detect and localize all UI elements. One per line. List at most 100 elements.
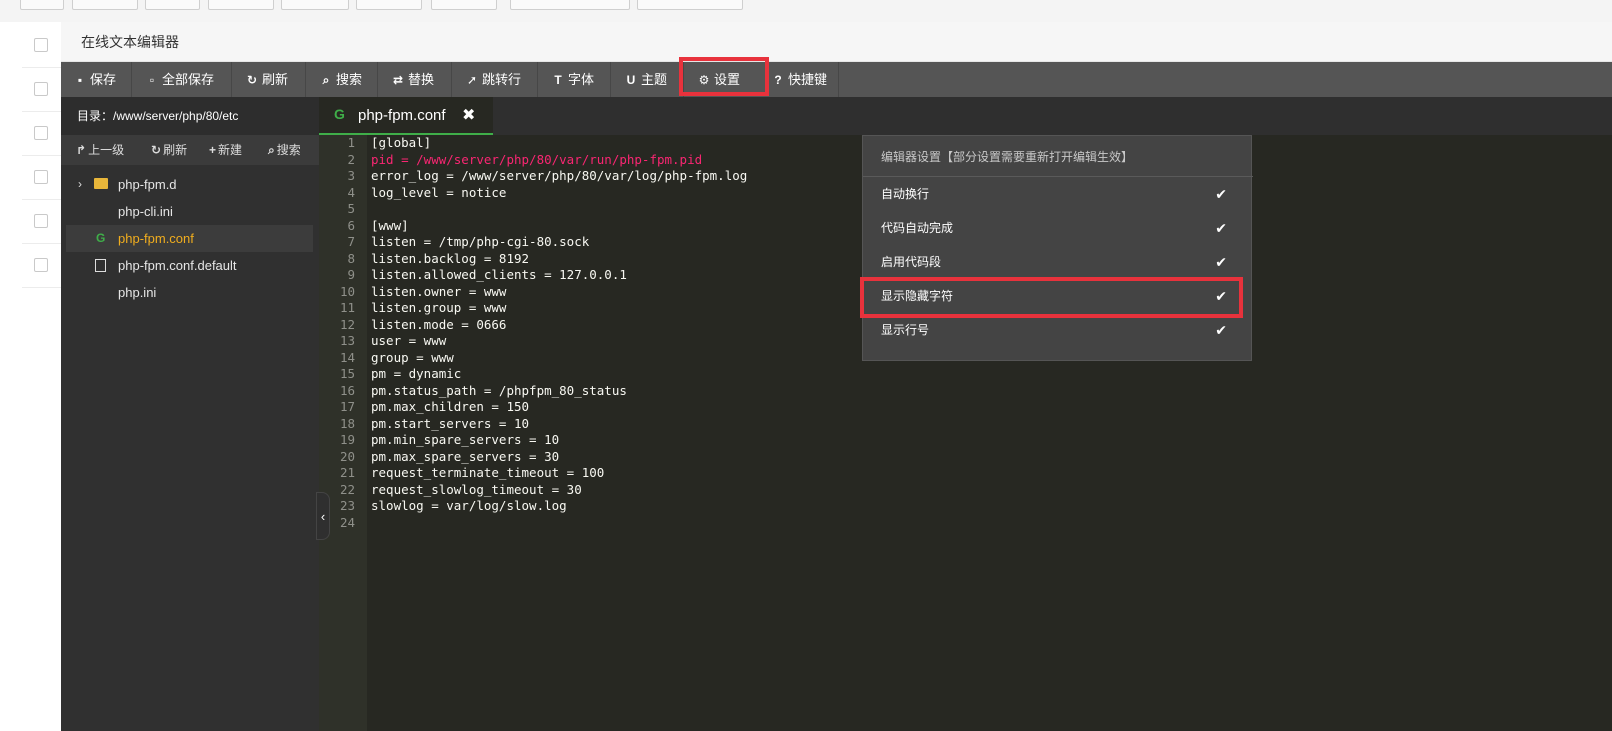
help-icon: ?	[774, 73, 782, 87]
tree-file-php-cli-ini[interactable]: php-cli.ini	[66, 198, 313, 225]
tree-item-label: php-fpm.conf.default	[118, 258, 237, 273]
replace-button[interactable]: ⇄ 替换	[379, 62, 452, 97]
code-line[interactable]: listen.backlog = 8192	[371, 251, 529, 268]
chevron-right-icon[interactable]: ›	[78, 171, 82, 198]
checkmark-icon: ✔	[1215, 186, 1227, 202]
file-sidebar: 目录：/www/server/php/80/etc ↱ 上一级 ↻ 刷新 + 新建 ⌕…	[61, 97, 319, 731]
search-label: 搜索	[336, 72, 363, 87]
refresh-icon: ↻	[151, 143, 162, 157]
code-line[interactable]: pm.max_children = 150	[371, 399, 529, 416]
document-icon	[95, 259, 106, 272]
replace-label: 替换	[408, 72, 435, 87]
save-icon: ▪	[77, 73, 83, 87]
save-all-button[interactable]: ▫ 全部保存	[133, 62, 232, 97]
refresh-icon: ↻	[246, 73, 258, 87]
editor-tab-bar: G php-fpm.conf ✖	[319, 97, 1612, 135]
code-line[interactable]: slowlog = var/log/slow.log	[371, 498, 567, 515]
line-number: 20	[339, 448, 355, 464]
close-icon[interactable]: ✖	[462, 97, 475, 135]
option-word-wrap[interactable]: 自动换行 ✔	[863, 177, 1253, 211]
new-file-button[interactable]: + 新建	[209, 135, 242, 165]
tree-folder-php-fpm-d[interactable]: › php-fpm.d	[66, 171, 313, 198]
search-icon: ⌕	[322, 73, 330, 87]
sidebar-actions: ↱ 上一级 ↻ 刷新 + 新建 ⌕ 搜索	[61, 135, 319, 165]
line-number: 7	[347, 234, 355, 249]
background-toolbar	[0, 0, 1612, 22]
row-checkbox[interactable]	[34, 214, 48, 228]
shortcuts-button[interactable]: ? 快捷键	[759, 62, 839, 97]
folder-icon	[94, 178, 108, 189]
line-number: 17	[339, 399, 355, 414]
tree-file-php-ini[interactable]: php.ini	[66, 279, 313, 306]
sidebar-refresh-button[interactable]: ↻ 刷新	[151, 135, 187, 165]
tree-file-php-fpm-conf-default[interactable]: php-fpm.conf.default	[66, 252, 313, 279]
code-line[interactable]: pm.start_servers = 10	[371, 416, 529, 433]
code-line[interactable]: listen = /tmp/php-cgi-80.sock	[371, 234, 589, 251]
plus-icon: +	[209, 143, 217, 157]
tree-file-php-fpm-conf[interactable]: G php-fpm.conf	[66, 225, 313, 252]
line-number: 6	[347, 217, 355, 233]
row-checkbox[interactable]	[34, 170, 48, 184]
line-number: 15	[339, 366, 355, 381]
code-line[interactable]: listen.owner = www	[371, 284, 506, 301]
code-line[interactable]: [global]	[371, 135, 431, 152]
tree-item-label: php.ini	[118, 285, 157, 300]
line-number: 4	[347, 184, 355, 200]
code-line[interactable]: log_level = notice	[371, 185, 506, 202]
option-snippets[interactable]: 启用代码段 ✔	[863, 245, 1253, 279]
sidebar-collapse-handle[interactable]: ‹	[316, 492, 330, 540]
background-button	[510, 0, 630, 10]
background-button	[637, 0, 743, 10]
row-checkbox[interactable]	[34, 258, 48, 272]
refresh-button[interactable]: ↻ 刷新	[233, 62, 306, 97]
background-button	[20, 0, 64, 10]
line-number: 16	[339, 382, 355, 398]
settings-panel-title: 编辑器设置【部分设置需要重新打开编辑生效】	[881, 150, 1134, 164]
tab-label: php-fpm.conf	[358, 107, 446, 124]
option-autocomplete[interactable]: 代码自动完成 ✔	[863, 211, 1253, 245]
code-line[interactable]: error_log = /www/server/php/80/var/log/p…	[371, 168, 747, 185]
sidebar-refresh-label: 刷新	[163, 143, 188, 157]
jump-line-button[interactable]: ➚ 跳转行	[453, 62, 538, 97]
line-number: 18	[339, 415, 355, 431]
code-line[interactable]: pm.status_path = /phpfpm_80_status	[371, 383, 627, 400]
background-button	[145, 0, 200, 10]
jump-icon: ➚	[466, 73, 478, 87]
go-up-button[interactable]: ↱ 上一级	[76, 135, 124, 165]
code-line[interactable]: user = www	[371, 333, 446, 350]
code-line[interactable]: pm = dynamic	[371, 366, 461, 383]
background-button	[431, 0, 497, 10]
checkmark-icon: ✔	[1215, 220, 1227, 236]
theme-label: 主题	[641, 72, 668, 87]
sidebar-search-button[interactable]: ⌕ 搜索	[268, 135, 301, 165]
code-line[interactable]: group = www	[371, 350, 454, 367]
line-number: 11	[339, 300, 355, 315]
theme-button[interactable]: U 主题	[612, 62, 684, 97]
line-number: 1	[347, 135, 355, 150]
code-line[interactable]: pid = /www/server/php/80/var/run/php-fpm…	[371, 152, 702, 169]
tree-item-label: php-cli.ini	[118, 204, 173, 219]
option-label: 显示行号	[881, 323, 930, 337]
code-line[interactable]: [www]	[371, 218, 409, 235]
row-checkbox[interactable]	[34, 82, 48, 96]
row-checkbox[interactable]	[34, 126, 48, 140]
line-number: 9	[347, 267, 355, 282]
code-line[interactable]: request_slowlog_timeout = 30	[371, 482, 582, 499]
line-number: 12	[339, 316, 355, 332]
font-icon: T	[554, 73, 562, 87]
row-checkbox[interactable]	[34, 38, 48, 52]
chevron-left-icon: ‹	[320, 509, 326, 524]
code-line[interactable]: pm.max_spare_servers = 30	[371, 449, 559, 466]
search-button[interactable]: ⌕ 搜索	[307, 62, 378, 97]
code-line[interactable]: listen.allowed_clients = 127.0.0.1	[371, 267, 627, 284]
code-line[interactable]: listen.mode = 0666	[371, 317, 506, 334]
save-button[interactable]: ▪ 保存	[61, 62, 132, 97]
code-line[interactable]: pm.min_spare_servers = 10	[371, 432, 559, 449]
code-line[interactable]: request_terminate_timeout = 100	[371, 465, 604, 482]
font-button[interactable]: T 字体	[539, 62, 611, 97]
option-show-line-numbers[interactable]: 显示行号 ✔	[863, 313, 1253, 347]
replace-icon: ⇄	[392, 73, 404, 87]
code-line[interactable]: listen.group = www	[371, 300, 506, 317]
tab-php-fpm-conf[interactable]: G php-fpm.conf ✖	[319, 97, 493, 135]
background-button	[208, 0, 274, 10]
